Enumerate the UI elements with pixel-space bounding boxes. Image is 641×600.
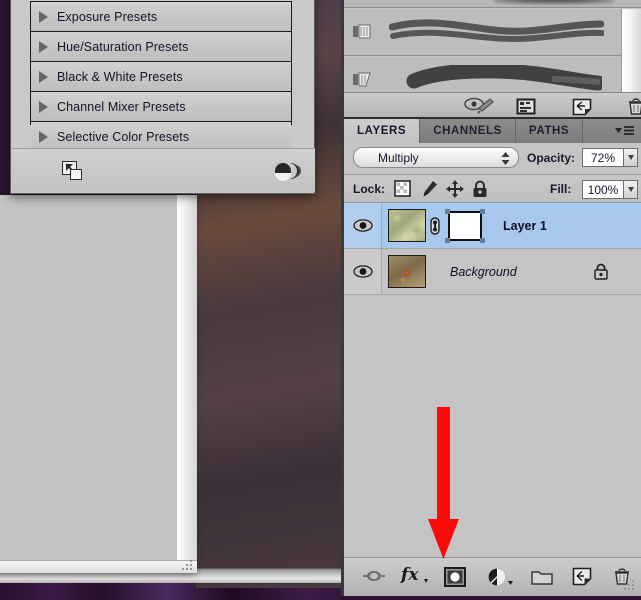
screenshot-root: Exposure Presets Hue/Saturation Presets … [0,0,641,600]
chevron-down-icon [627,155,634,160]
layer-name[interactable]: Layer 1 [503,219,547,233]
eye-icon [352,219,373,232]
tab-channels[interactable]: CHANNELS [420,119,516,143]
layer-mask-thumbnail[interactable] [445,208,485,243]
delete-brush-icon[interactable] [627,97,641,116]
preset-row[interactable]: Hue/Saturation Presets [31,32,291,62]
layers-panel-button-bar: fx [344,557,641,596]
fill-input[interactable]: 100% [582,180,624,199]
lock-transparent-pixels-icon[interactable] [394,180,411,197]
preset-row[interactable]: Channel Mixer Presets [31,92,291,122]
lock-all-icon[interactable] [472,180,488,198]
brush-preset-row-partial[interactable] [344,0,641,8]
preset-dropdown-footer [12,148,315,192]
preset-manager-dropdown[interactable]: Exposure Presets Hue/Saturation Presets … [10,0,315,194]
opacity-input[interactable]: 72% [582,148,624,167]
link-mask-icon[interactable] [429,216,441,236]
new-layer-button[interactable] [572,567,592,586]
preset-row[interactable]: Exposure Presets [31,2,291,32]
right-dock: LAYERS CHANNELS PATHS Multiply Opacity: … [341,0,641,596]
new-adjustment-layer-button[interactable] [487,567,515,587]
preset-row-label: Selective Color Presets [57,130,190,144]
floating-window-edge [177,195,197,560]
link-layers-button[interactable] [361,567,387,585]
triangle-right-icon[interactable] [39,40,48,53]
eye-icon [352,265,373,278]
tab-layers[interactable]: LAYERS [344,119,421,143]
preset-row-label: Exposure Presets [57,9,158,24]
toggle-brush-preview-icon[interactable] [464,97,496,116]
panel-tab-bar: LAYERS CHANNELS PATHS [344,119,641,143]
add-layer-mask-button[interactable] [444,567,466,587]
layer-list: Layer 1 Background [344,202,641,557]
svg-text:fx: fx [400,565,419,585]
tab-paths[interactable]: PATHS [515,119,584,143]
floating-document-window[interactable] [0,195,197,573]
preset-row-label: Hue/Saturation Presets [57,39,189,54]
fill-stepper[interactable] [624,180,638,199]
red-arrow-annotation [427,407,461,560]
blend-mode-value: Multiply [378,150,419,165]
resize-grip-icon[interactable] [623,580,637,592]
triangle-right-icon[interactable] [39,70,48,83]
mask-corner-handle [480,208,485,214]
lock-position-icon[interactable] [446,180,464,198]
triangle-right-icon[interactable] [39,131,48,143]
brush-settings-icon[interactable] [516,97,536,116]
layers-panel: LAYERS CHANNELS PATHS Multiply Opacity: … [344,119,641,596]
blend-mode-row: Multiply Opacity: 72% [344,143,641,173]
layer-visibility-toggle[interactable] [344,203,382,248]
brush-preset-row[interactable] [344,9,621,56]
preset-row-label: Channel Mixer Presets [57,99,186,114]
preset-row[interactable]: Black & White Presets [31,62,291,92]
table-row[interactable]: Layer 1 [344,203,641,249]
color-swatches-icon[interactable] [271,160,301,182]
new-brush-preset-icon[interactable] [572,97,592,116]
floating-window-status-bar [0,560,197,573]
triangle-right-icon[interactable] [39,100,48,113]
opacity-stepper[interactable] [624,148,638,167]
layer-thumbnail[interactable] [388,255,426,288]
desktop-wallpaper-edge [341,596,641,600]
mask-corner-handle [445,208,450,214]
brush-tip-flat-icon [352,23,372,40]
lock-label: Lock: [353,182,386,196]
lock-row: Lock: Fill: 100% [344,174,641,202]
lock-closed-icon [594,263,608,280]
new-group-button[interactable] [531,569,553,585]
resize-grip-icon[interactable] [181,560,195,572]
mask-corner-handle [445,237,450,243]
layer-name[interactable]: Background [450,265,517,279]
layer-styles-button[interactable]: fx [400,563,430,587]
brush-stroke-preview [402,65,602,93]
brush-panel-toolbar [344,92,641,119]
mask-white-fill [448,210,482,241]
floating-window-canvas [0,195,177,560]
mask-corner-handle [480,237,485,243]
chevron-down-icon [627,187,634,192]
load-presets-icon[interactable] [62,161,84,181]
layer-visibility-toggle[interactable] [344,249,382,294]
table-row[interactable]: Background [344,249,641,295]
opacity-label: Opacity: [527,151,576,165]
blend-mode-select[interactable]: Multiply [353,147,519,168]
preset-row-label: Black & White Presets [57,69,183,84]
chevron-updown-icon [501,152,510,165]
brush-stroke-preview [389,16,604,48]
layer-thumbnail[interactable] [388,209,426,242]
panel-menu-icon[interactable] [613,125,635,137]
brush-tip-angled-icon [352,71,372,88]
lock-image-pixels-icon[interactable] [420,180,438,198]
preset-list: Exposure Presets Hue/Saturation Presets … [30,1,292,152]
fill-label: Fill: [550,182,572,196]
vertical-scrollbar[interactable] [621,9,641,105]
triangle-right-icon[interactable] [39,10,48,23]
